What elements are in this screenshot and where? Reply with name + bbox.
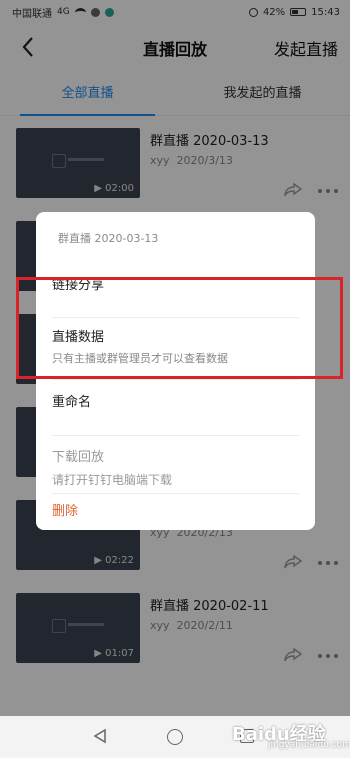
download-note: 请打开钉钉电脑端下载 [52, 473, 173, 487]
dialog-title: 群直播 2020-03-13 [58, 232, 159, 245]
rename-option[interactable]: 重命名 [52, 380, 299, 436]
delete-option[interactable]: 删除 [52, 494, 299, 530]
highlight-box [16, 277, 343, 379]
download-option[interactable]: 下载回放 请打开钉钉电脑端下载 [52, 436, 299, 494]
baidu-url: jingyan.baidu.com [268, 740, 350, 750]
baidu-watermark: Baidu经验 jingyan.baidu.com [232, 712, 350, 754]
nav-back-icon[interactable] [93, 728, 107, 744]
nav-home-icon[interactable] [167, 729, 183, 745]
delete-label: 删除 [52, 504, 79, 519]
download-label: 下载回放 [52, 450, 105, 465]
rename-label: 重命名 [52, 395, 92, 410]
